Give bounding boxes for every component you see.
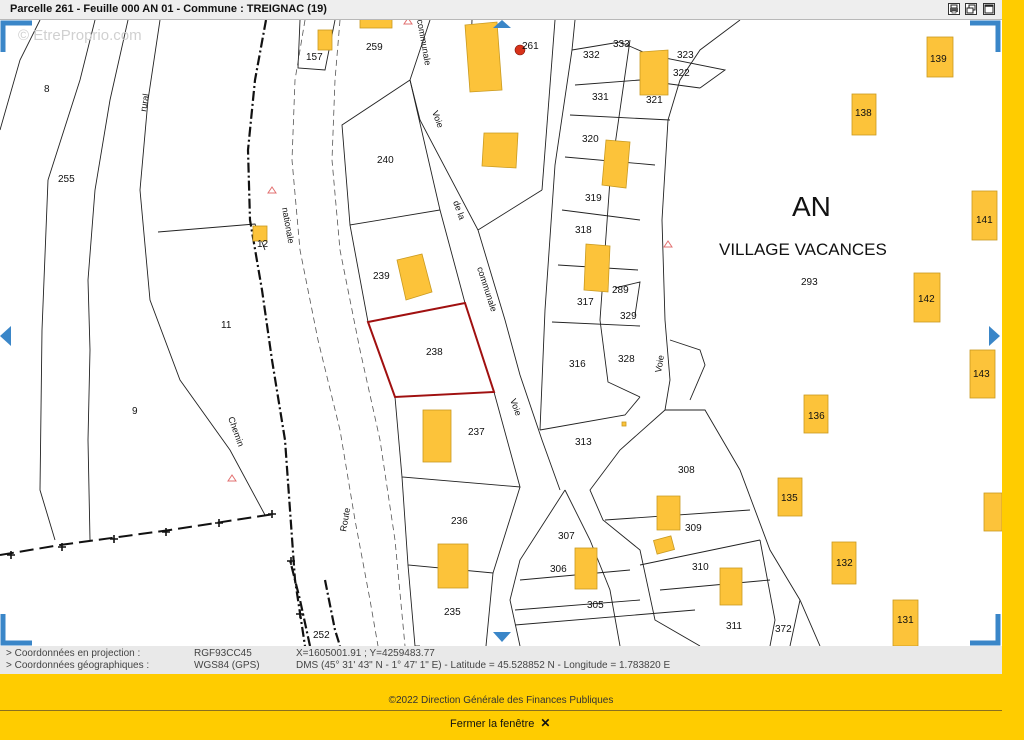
- parcel-label[interactable]: 11: [221, 320, 232, 331]
- road-label: Voie: [508, 397, 523, 417]
- parcel-label[interactable]: 317: [577, 297, 594, 308]
- close-icon: ✕: [540, 716, 551, 730]
- parcel-label[interactable]: 252: [313, 630, 330, 641]
- copyright-text: ©2022 Direction Générale des Finances Pu…: [388, 695, 614, 706]
- parcel-label[interactable]: 239: [373, 271, 390, 282]
- parcel-label[interactable]: 261: [522, 41, 539, 52]
- parcel-label[interactable]: 313: [575, 437, 592, 448]
- parcel-label[interactable]: 308: [678, 465, 695, 476]
- close-window-label: Fermer la fenêtre: [450, 718, 535, 730]
- selected-parcel-label[interactable]: 238: [426, 347, 443, 358]
- building-number: 132: [836, 558, 853, 569]
- road-label: communale: [415, 20, 433, 66]
- parcel-label[interactable]: 321: [646, 95, 663, 106]
- close-window-button[interactable]: Fermer la fenêtre ✕: [450, 716, 550, 730]
- parcel-label[interactable]: 255: [58, 174, 75, 185]
- road-label: Voie: [653, 354, 666, 373]
- watermark: © EtreProprio.com: [18, 27, 142, 44]
- parcel-label[interactable]: 310: [692, 562, 709, 573]
- parcel-label[interactable]: 157: [306, 52, 323, 63]
- parcel-label[interactable]: 305: [587, 600, 604, 611]
- parcel-label[interactable]: 235: [444, 607, 461, 618]
- parcel-label[interactable]: 9: [132, 406, 138, 417]
- section-name: VILLAGE VACANCES: [719, 240, 887, 259]
- road-label: Voie: [430, 109, 445, 129]
- coordinates-panel: > Coordonnées en projection : RGF93CC45 …: [0, 646, 1002, 674]
- road-label: nationale: [280, 207, 296, 245]
- parcel-label[interactable]: 316: [569, 359, 586, 370]
- building-number: 141: [976, 215, 993, 226]
- parcel-label[interactable]: 328: [618, 354, 635, 365]
- section-code: AN: [792, 191, 831, 222]
- building-number: 135: [781, 493, 798, 504]
- parcel-label[interactable]: 319: [585, 193, 602, 204]
- road-label: rural: [138, 93, 151, 112]
- parcel-label[interactable]: 323: [677, 50, 694, 61]
- parcel-label[interactable]: 331: [592, 92, 609, 103]
- building-number: 142: [918, 294, 935, 305]
- parcel-label[interactable]: 372: [775, 624, 792, 635]
- building-number: 136: [808, 411, 825, 422]
- parcel-label[interactable]: 318: [575, 225, 592, 236]
- parcel-label[interactable]: 311: [726, 621, 742, 632]
- building-number: 138: [855, 108, 872, 119]
- geographic-value: DMS (45° 31' 43" N - 1° 47' 1" E) - Lati…: [296, 660, 671, 671]
- road-label: Chemin: [226, 415, 246, 448]
- building-number: 143: [973, 369, 990, 380]
- parcel-label[interactable]: 259: [366, 42, 383, 53]
- geographic-system: WGS84 (GPS): [194, 660, 260, 671]
- parcel-label[interactable]: 8: [44, 84, 50, 95]
- footer: ©2022 Direction Générale des Finances Pu…: [0, 674, 1024, 740]
- cadastral-map[interactable]: © EtreProprio.com 8 255 11 9 12 157 259 …: [0, 20, 1002, 646]
- divider: [0, 710, 1002, 711]
- building-number: 131: [897, 615, 914, 626]
- parcel-label[interactable]: 332: [583, 50, 600, 61]
- parcel-label[interactable]: 333: [613, 39, 630, 50]
- parcel-label[interactable]: 306: [550, 564, 567, 575]
- parcel-label[interactable]: 240: [377, 155, 394, 166]
- parcel-label[interactable]: 237: [468, 427, 485, 438]
- geographic-label: > Coordonnées géographiques :: [6, 660, 150, 671]
- projection-value: X=1605001.91 ; Y=4259483.77: [296, 648, 435, 659]
- title-bar: Parcelle 261 - Feuille 000 AN 01 - Commu…: [0, 0, 1002, 20]
- maximize-window-icon[interactable]: [983, 3, 995, 15]
- parcel-label[interactable]: 309: [685, 523, 702, 534]
- parcel-label[interactable]: 236: [451, 516, 468, 527]
- parcel-label[interactable]: 322: [673, 68, 690, 79]
- road-label: de la: [451, 199, 467, 221]
- projection-system: RGF93CC45: [194, 648, 252, 659]
- parcel-label[interactable]: 12: [257, 239, 269, 250]
- print-icon[interactable]: [948, 3, 960, 15]
- parcel-label[interactable]: 307: [558, 531, 575, 542]
- building-number: 139: [930, 54, 947, 65]
- parcel-label[interactable]: 293: [801, 277, 818, 288]
- window-title: Parcelle 261 - Feuille 000 AN 01 - Commu…: [10, 3, 327, 15]
- parcel-label[interactable]: 329: [620, 311, 637, 322]
- road-label: Route: [338, 507, 352, 532]
- projection-label: > Coordonnées en projection :: [6, 648, 141, 659]
- restore-window-icon[interactable]: [965, 3, 977, 15]
- parcel-label[interactable]: 320: [582, 134, 599, 145]
- parcel-label[interactable]: 289: [612, 285, 629, 296]
